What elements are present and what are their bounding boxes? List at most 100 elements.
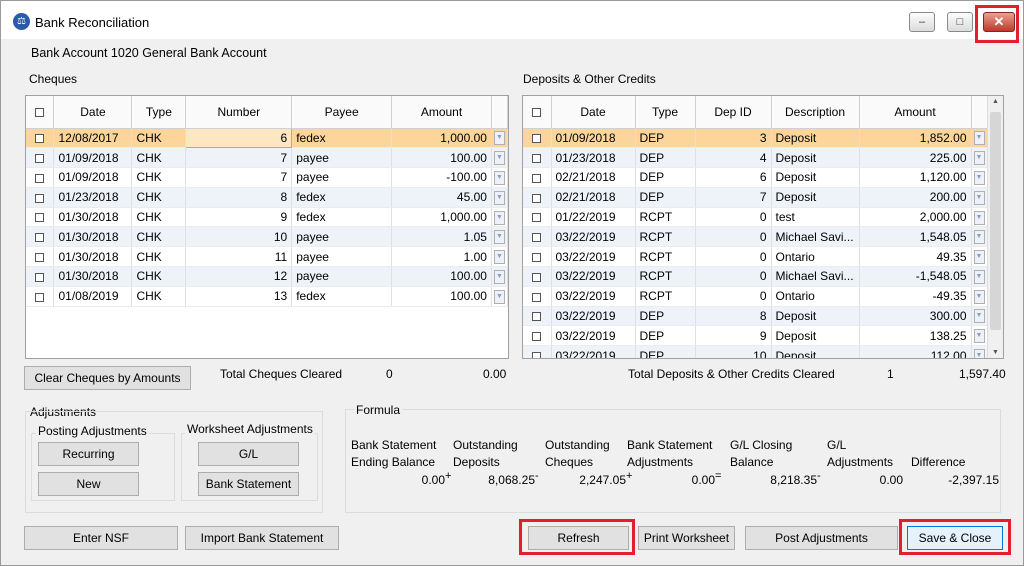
row-checkbox[interactable] <box>26 167 55 188</box>
row-checkbox[interactable] <box>523 325 552 347</box>
select-all-checkbox[interactable] <box>26 96 55 129</box>
post-adjustments-button[interactable]: Post Adjustments <box>745 526 898 550</box>
row-checkbox[interactable] <box>523 226 552 248</box>
deposit-row[interactable]: 03/22/2019 DEP 10 Deposit 112.00 ▼ <box>523 345 988 358</box>
row-checkbox[interactable] <box>26 226 55 248</box>
column-header-payee[interactable]: Payee <box>291 96 393 129</box>
row-checkbox[interactable] <box>523 207 552 228</box>
column-header-date[interactable]: Date <box>53 96 133 129</box>
chevron-down-icon[interactable]: ▼ <box>971 286 988 307</box>
cheque-row[interactable]: 01/30/2018 CHK 11 payee 1.00 ▼ <box>26 246 508 268</box>
gl-button[interactable]: G/L <box>198 442 299 466</box>
column-header-type[interactable]: Type <box>131 96 187 129</box>
deposit-row[interactable]: 03/22/2019 DEP 9 Deposit 138.25 ▼ <box>523 325 988 347</box>
deposit-row[interactable]: 03/22/2019 RCPT 0 Michael Savi... -1,548.05 ▼ <box>523 266 988 287</box>
scroll-down-icon[interactable]: ▼ <box>988 349 1003 356</box>
minimize-button[interactable]: – <box>909 12 935 32</box>
deposit-row[interactable]: 02/21/2018 DEP 6 Deposit 1,120.00 ▼ <box>523 167 988 188</box>
cheque-row[interactable]: 12/08/2017 CHK 6 fedex 1,000.00 ▼ <box>26 127 508 149</box>
chevron-down-icon[interactable]: ▼ <box>491 266 508 287</box>
select-all-checkbox[interactable] <box>523 96 552 129</box>
row-checkbox[interactable] <box>523 345 552 358</box>
print-worksheet-button[interactable]: Print Worksheet <box>638 526 735 550</box>
deposit-row[interactable]: 03/22/2019 RCPT 0 Ontario 49.35 ▼ <box>523 246 988 268</box>
row-checkbox[interactable] <box>523 286 552 307</box>
deposit-row[interactable]: 03/22/2019 RCPT 0 Michael Savi... 1,548.05 ▼ <box>523 226 988 248</box>
row-checkbox[interactable] <box>26 147 55 169</box>
column-header-amount[interactable]: Amount <box>391 96 492 129</box>
clear-cheques-by-amounts-button[interactable]: Clear Cheques by Amounts <box>24 366 191 390</box>
row-checkbox[interactable] <box>523 266 552 287</box>
refresh-button[interactable]: Refresh <box>528 526 629 550</box>
chevron-down-icon[interactable]: ▼ <box>491 147 508 169</box>
new-adjustment-button[interactable]: New <box>38 472 139 496</box>
type-cell: RCPT <box>635 226 696 248</box>
row-checkbox[interactable] <box>523 147 552 169</box>
row-checkbox[interactable] <box>523 246 552 268</box>
column-header-type[interactable]: Type <box>635 96 696 129</box>
chevron-down-icon[interactable]: ▼ <box>491 286 508 307</box>
cheque-row[interactable]: 01/08/2019 CHK 13 fedex 100.00 ▼ <box>26 286 508 307</box>
save-and-close-button[interactable]: Save & Close <box>907 526 1003 550</box>
chevron-down-icon[interactable]: ▼ <box>491 167 508 188</box>
chevron-down-icon[interactable]: ▼ <box>491 226 508 248</box>
chevron-down-icon[interactable]: ▼ <box>491 187 508 208</box>
row-checkbox[interactable] <box>523 167 552 188</box>
column-header-description[interactable]: Description <box>771 96 860 129</box>
amount-cell: 100.00 <box>391 147 492 169</box>
row-checkbox[interactable] <box>523 306 552 327</box>
deposit-row[interactable]: 03/22/2019 RCPT 0 Ontario -49.35 ▼ <box>523 286 988 307</box>
column-header-number[interactable]: Number <box>185 96 293 129</box>
deposit-row[interactable]: 01/22/2019 RCPT 0 test 2,000.00 ▼ <box>523 207 988 228</box>
account-label: Bank Account 1020 General Bank Account <box>31 46 267 60</box>
chevron-down-icon[interactable]: ▼ <box>491 128 508 149</box>
cheque-row[interactable]: 01/30/2018 CHK 12 payee 100.00 ▼ <box>26 266 508 287</box>
row-checkbox[interactable] <box>26 207 55 228</box>
chevron-down-icon[interactable]: ▼ <box>971 226 988 248</box>
scroll-up-icon[interactable]: ▲ <box>988 98 1003 105</box>
column-header-amount[interactable]: Amount <box>859 96 972 129</box>
chevron-down-icon[interactable]: ▼ <box>491 246 508 268</box>
deposits-scrollbar[interactable]: ▲ ▼ <box>987 96 1003 358</box>
maximize-button[interactable]: □ <box>947 12 973 32</box>
bank-statement-button[interactable]: Bank Statement <box>198 472 299 496</box>
deposit-row[interactable]: 02/21/2018 DEP 7 Deposit 200.00 ▼ <box>523 187 988 208</box>
row-checkbox[interactable] <box>26 266 55 287</box>
deposit-row[interactable]: 01/09/2018 DEP 3 Deposit 1,852.00 ▼ <box>523 128 988 149</box>
type-cell: DEP <box>635 128 696 149</box>
row-checkbox[interactable] <box>26 128 55 149</box>
chevron-down-icon[interactable]: ▼ <box>971 207 988 228</box>
column-header-date[interactable]: Date <box>551 96 636 129</box>
row-checkbox[interactable] <box>523 187 552 208</box>
import-bank-statement-button[interactable]: Import Bank Statement <box>185 526 339 550</box>
chevron-down-icon[interactable]: ▼ <box>491 207 508 228</box>
number-cell: 11 <box>185 246 293 268</box>
chevron-down-icon[interactable]: ▼ <box>971 128 988 149</box>
row-checkbox[interactable] <box>523 128 552 149</box>
chevron-down-icon[interactable]: ▼ <box>971 306 988 327</box>
row-checkbox[interactable] <box>26 246 55 268</box>
deposit-row[interactable]: 01/23/2018 DEP 4 Deposit 225.00 ▼ <box>523 147 988 169</box>
scrollbar-thumb[interactable] <box>990 112 1001 330</box>
row-checkbox[interactable] <box>26 187 55 208</box>
cheque-row[interactable]: 01/23/2018 CHK 8 fedex 45.00 ▼ <box>26 187 508 208</box>
chevron-down-icon[interactable]: ▼ <box>971 325 988 347</box>
chevron-down-icon[interactable]: ▼ <box>971 345 988 358</box>
chevron-down-icon[interactable]: ▼ <box>971 147 988 169</box>
date-cell: 03/22/2019 <box>551 286 636 307</box>
column-header-dep-id[interactable]: Dep ID <box>695 96 772 129</box>
close-button[interactable]: ✕ <box>983 12 1015 32</box>
chevron-down-icon[interactable]: ▼ <box>971 187 988 208</box>
chevron-down-icon[interactable]: ▼ <box>971 246 988 268</box>
cheque-row[interactable]: 01/09/2018 CHK 7 payee -100.00 ▼ <box>26 167 508 188</box>
deposit-row[interactable]: 03/22/2019 DEP 8 Deposit 300.00 ▼ <box>523 306 988 327</box>
cheque-row[interactable]: 01/30/2018 CHK 10 payee 1.05 ▼ <box>26 226 508 248</box>
row-checkbox[interactable] <box>26 286 55 307</box>
chevron-down-icon[interactable]: ▼ <box>971 266 988 287</box>
cheque-row[interactable]: 01/09/2018 CHK 7 payee 100.00 ▼ <box>26 147 508 169</box>
cheque-row[interactable]: 01/30/2018 CHK 9 fedex 1,000.00 ▼ <box>26 207 508 228</box>
recurring-button[interactable]: Recurring <box>38 442 139 466</box>
chevron-down-icon[interactable]: ▼ <box>971 167 988 188</box>
type-cell: CHK <box>131 147 187 169</box>
enter-nsf-button[interactable]: Enter NSF <box>24 526 178 550</box>
